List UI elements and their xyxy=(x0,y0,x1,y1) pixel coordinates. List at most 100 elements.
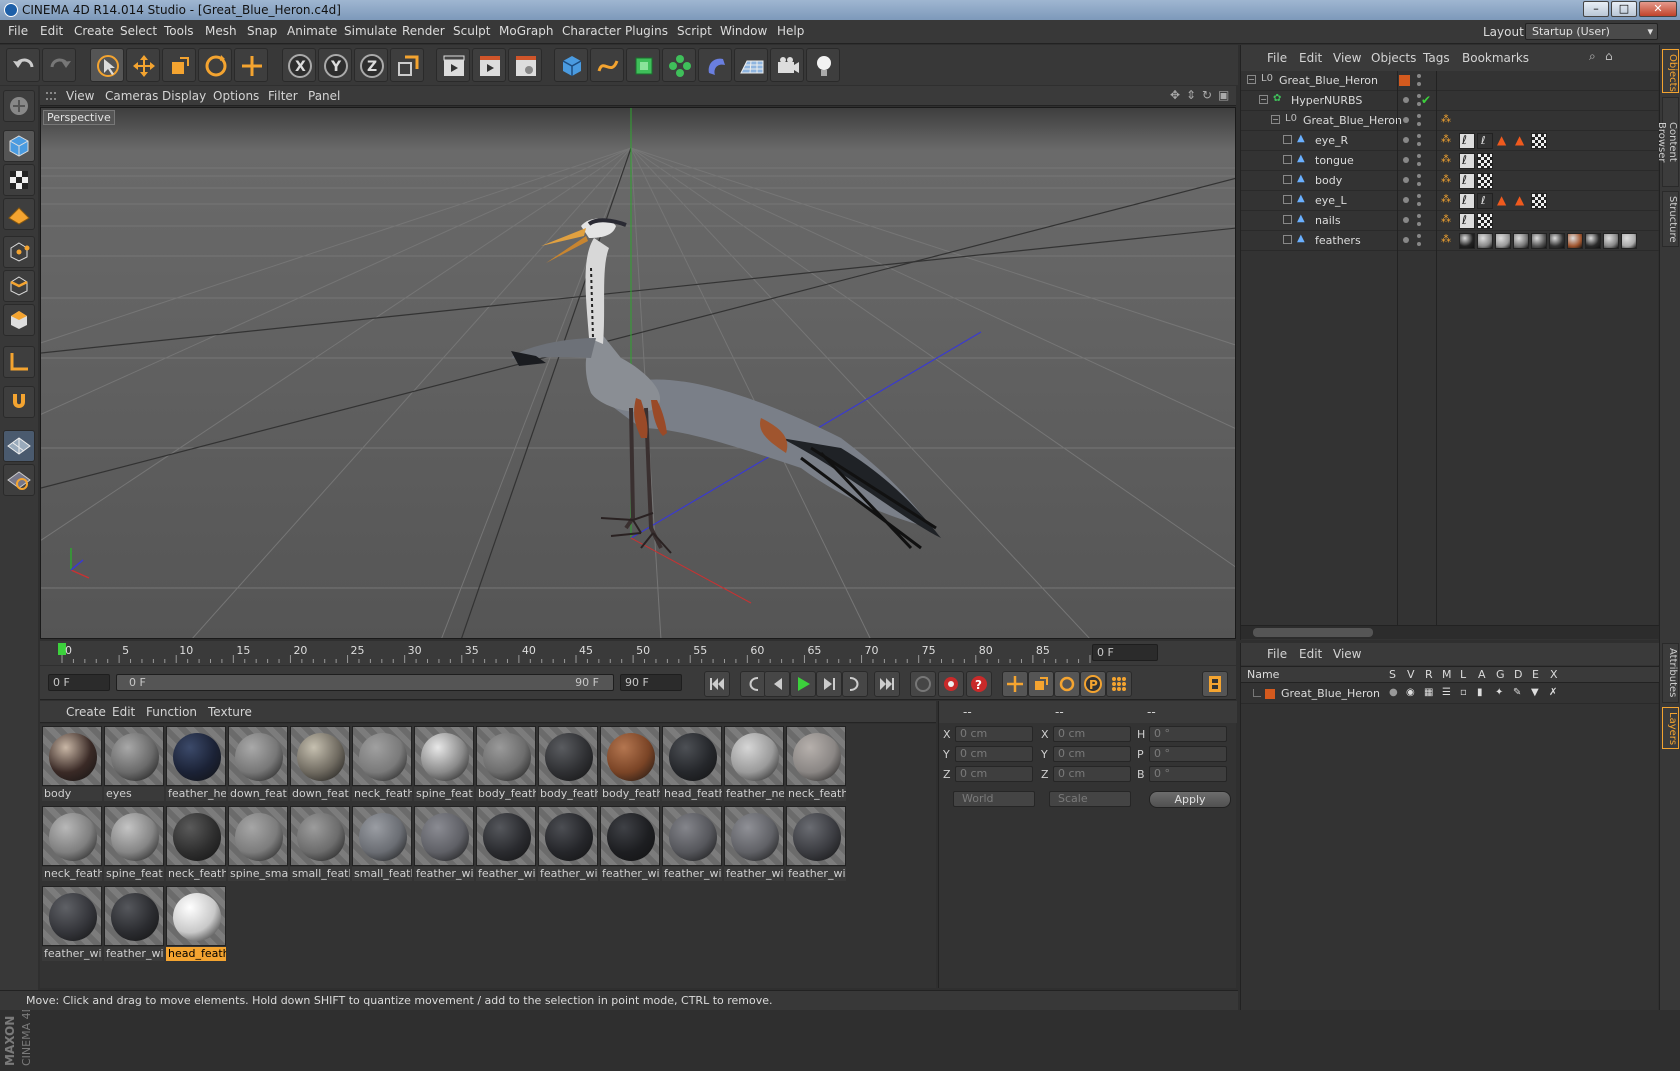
expand-toggle-icon[interactable]: − xyxy=(1259,95,1268,104)
editor-visibility-dot[interactable] xyxy=(1403,137,1409,143)
om-menu-bookmarks[interactable]: Bookmarks xyxy=(1462,51,1529,65)
snap-magnet-button[interactable] xyxy=(3,386,35,418)
uvw-tag-icon[interactable]: ℓ xyxy=(1459,153,1475,169)
material-swatch[interactable]: neck_feath xyxy=(166,806,226,882)
layer-lock-icon[interactable]: ▫ xyxy=(1460,687,1467,698)
material-swatch[interactable]: feather_wi xyxy=(786,806,846,882)
render-visibility-dot-2[interactable] xyxy=(1417,242,1421,246)
current-frame-field[interactable]: 0 F xyxy=(1092,644,1158,661)
menu-character[interactable]: Character xyxy=(562,24,621,38)
menu-plugins[interactable]: Plugins xyxy=(625,24,668,38)
render-visibility-dot[interactable] xyxy=(1417,74,1421,78)
texture-mode-button[interactable] xyxy=(3,164,35,196)
lm-menu-file[interactable]: File xyxy=(1267,647,1287,661)
material-swatch[interactable]: feather_wi xyxy=(600,806,660,882)
x-axis-lock-button[interactable]: X xyxy=(282,48,316,82)
viewport-menu-panel[interactable]: Panel xyxy=(308,89,340,103)
material-swatch[interactable]: feather_wi xyxy=(662,806,722,882)
render-visibility-dot[interactable] xyxy=(1417,214,1421,218)
layer-solo-icon[interactable]: ● xyxy=(1389,687,1398,698)
render-visibility-dot[interactable] xyxy=(1417,154,1421,158)
expand-toggle-icon[interactable] xyxy=(1283,155,1292,164)
menu-file[interactable]: File xyxy=(8,24,28,38)
spline-pen-button[interactable] xyxy=(590,48,624,82)
layer-visible-icon[interactable]: ◉ xyxy=(1406,687,1415,698)
material-swatch[interactable]: body_feath xyxy=(600,726,660,802)
material-tag-icon[interactable] xyxy=(1585,233,1601,249)
layer-row[interactable]: Great_Blue_Heron ● ◉ ▦ ☰ ▫ ▮ ✦ ✎ ▼ ✗ xyxy=(1241,684,1659,704)
tab-objects[interactable]: Objects xyxy=(1662,49,1679,93)
viewport-zoom-icon[interactable]: ⇕ xyxy=(1186,88,1196,102)
render-settings-button[interactable] xyxy=(508,48,542,82)
object-row[interactable]: − L0 Great_Blue_Heron xyxy=(1241,71,1659,91)
live-selection-button[interactable] xyxy=(90,48,124,82)
viewport-menu-display[interactable]: Display xyxy=(162,89,206,103)
minimize-button[interactable]: – xyxy=(1583,1,1609,17)
go-to-end-button[interactable] xyxy=(874,671,900,697)
texture-tag-icon[interactable]: ▲ xyxy=(1495,193,1511,209)
next-key-button[interactable] xyxy=(842,671,868,697)
redo-button[interactable] xyxy=(42,48,76,82)
deformer-button[interactable] xyxy=(698,48,732,82)
menu-sculpt[interactable]: Sculpt xyxy=(453,24,490,38)
layout-select[interactable]: Startup (User) ▾ xyxy=(1525,23,1658,40)
material-tag-icon[interactable] xyxy=(1477,233,1493,249)
layer-manager-icon[interactable]: ☰ xyxy=(1442,687,1451,698)
protection-tag-icon[interactable]: ⁂ xyxy=(1441,214,1451,225)
timeline-ruler[interactable]: 051015202530354045505560657075808590 0 F xyxy=(40,641,1236,665)
lm-menu-edit[interactable]: Edit xyxy=(1299,647,1322,661)
enabled-check-icon[interactable]: ✔ xyxy=(1421,93,1431,107)
editor-visibility-dot[interactable] xyxy=(1403,217,1409,223)
coordinate-mode-dropdown[interactable]: World xyxy=(953,791,1035,807)
edges-mode-button[interactable] xyxy=(3,270,35,302)
object-row[interactable]: − L0 Great_Blue_Heron ⁂ xyxy=(1241,111,1659,131)
layer-name[interactable]: Great_Blue_Heron xyxy=(1281,687,1380,700)
home-icon[interactable]: ⌂ xyxy=(1605,49,1613,63)
record-active-objects-button[interactable] xyxy=(938,671,964,697)
z-axis-lock-button[interactable]: Z xyxy=(354,48,388,82)
rot-p-field[interactable]: 0 ° xyxy=(1149,746,1227,762)
object-name[interactable]: feathers xyxy=(1315,234,1361,247)
phong-tag-icon[interactable]: ℓ xyxy=(1477,193,1493,209)
texture-tag-icon[interactable]: ▲ xyxy=(1495,133,1511,149)
array-button[interactable] xyxy=(662,48,696,82)
play-button[interactable] xyxy=(790,671,816,697)
viewport-move-icon[interactable]: ✥ xyxy=(1170,88,1180,102)
uvw-tag-icon[interactable]: ℓ xyxy=(1459,213,1475,229)
help-record-button[interactable]: ? xyxy=(966,671,992,697)
viewport-menu-filter[interactable]: Filter xyxy=(268,89,298,103)
texture-tag-icon[interactable]: ▲ xyxy=(1513,193,1529,209)
object-manager-scrollbar[interactable] xyxy=(1241,625,1659,639)
camera-button[interactable] xyxy=(770,48,804,82)
points-mode-button[interactable] xyxy=(3,236,35,268)
expand-toggle-icon[interactable] xyxy=(1283,135,1292,144)
size-z-field[interactable]: 0 cm xyxy=(1053,766,1131,782)
material-swatch[interactable]: neck_feath xyxy=(42,806,102,882)
object-name[interactable]: nails xyxy=(1315,214,1341,227)
locked-workplane-button[interactable] xyxy=(3,464,35,496)
previous-key-button[interactable] xyxy=(740,671,766,697)
nurbs-button[interactable] xyxy=(626,48,660,82)
material-menu-function[interactable]: Function xyxy=(146,705,197,719)
key-scale-button[interactable] xyxy=(1028,671,1054,697)
make-editable-button[interactable] xyxy=(3,90,35,122)
y-axis-lock-button[interactable]: Y xyxy=(318,48,352,82)
material-tag-icon[interactable] xyxy=(1513,233,1529,249)
material-swatch[interactable]: small_feath xyxy=(352,806,412,882)
move-tool-button[interactable] xyxy=(126,48,160,82)
material-swatch[interactable]: feather_wi xyxy=(42,886,102,962)
material-swatch[interactable]: spine_feat xyxy=(414,726,474,802)
object-row[interactable]: ▲ feathers ⁂ xyxy=(1241,231,1659,251)
expand-toggle-icon[interactable] xyxy=(1283,235,1292,244)
expand-toggle-icon[interactable]: − xyxy=(1247,75,1256,84)
render-visibility-dot-2[interactable] xyxy=(1417,182,1421,186)
material-swatch[interactable]: spine_feat xyxy=(104,806,164,882)
frame-range-slider[interactable]: 0 F 90 F xyxy=(116,674,614,691)
material-swatch[interactable]: body_feath xyxy=(476,726,536,802)
layer-render-icon[interactable]: ▦ xyxy=(1424,687,1433,698)
apply-button[interactable]: Apply xyxy=(1149,791,1231,808)
previous-frame-button[interactable] xyxy=(764,671,790,697)
search-icon[interactable]: ⌕ xyxy=(1589,49,1596,64)
om-menu-objects[interactable]: Objects xyxy=(1371,51,1416,65)
perspective-viewport[interactable]: Perspective xyxy=(40,107,1236,639)
